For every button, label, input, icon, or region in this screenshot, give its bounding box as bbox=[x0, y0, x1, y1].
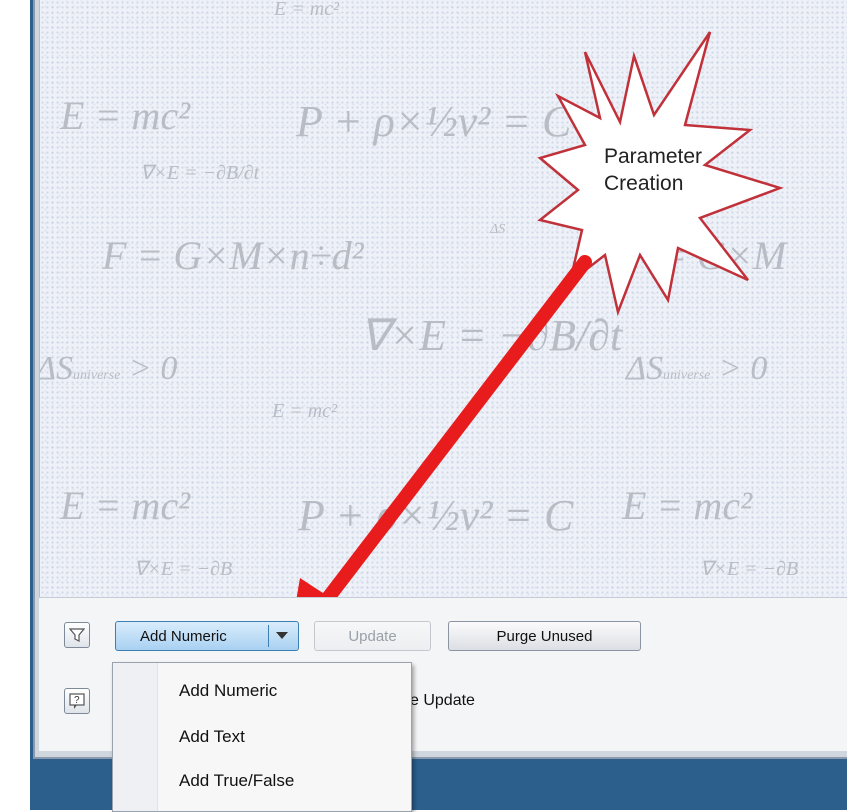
update-button[interactable]: Update bbox=[314, 621, 431, 651]
callout-line-1: Parameter bbox=[604, 145, 703, 168]
callout-text: Parameter Creation bbox=[604, 143, 734, 197]
filter-button[interactable] bbox=[64, 622, 90, 648]
update-button-label: Update bbox=[348, 627, 397, 645]
add-button-label: Add Numeric bbox=[140, 627, 227, 645]
menu-icon-gutter bbox=[113, 663, 158, 811]
help-icon: ? bbox=[69, 693, 85, 709]
callout-arrow-shaft bbox=[321, 255, 592, 605]
split-separator bbox=[268, 625, 269, 647]
filter-icon bbox=[69, 628, 85, 642]
add-parameter-menu: Add Numeric Add Text Add True/False bbox=[112, 662, 412, 812]
menu-item-add-text[interactable]: Add Text bbox=[179, 727, 245, 747]
help-button[interactable]: ? bbox=[64, 688, 90, 714]
menu-item-add-true-false[interactable]: Add True/False bbox=[179, 771, 294, 791]
purge-button-label: Purge Unused bbox=[496, 627, 593, 645]
svg-text:?: ? bbox=[74, 695, 80, 706]
add-parameter-split-button[interactable]: Add Numeric bbox=[115, 621, 299, 651]
purge-unused-button[interactable]: Purge Unused bbox=[448, 621, 641, 651]
update-checkbox-label: e Update bbox=[410, 692, 475, 709]
dropdown-arrow-icon[interactable] bbox=[276, 632, 288, 639]
menu-item-add-numeric[interactable]: Add Numeric bbox=[179, 681, 277, 701]
callout-line-2: Creation bbox=[604, 172, 684, 195]
